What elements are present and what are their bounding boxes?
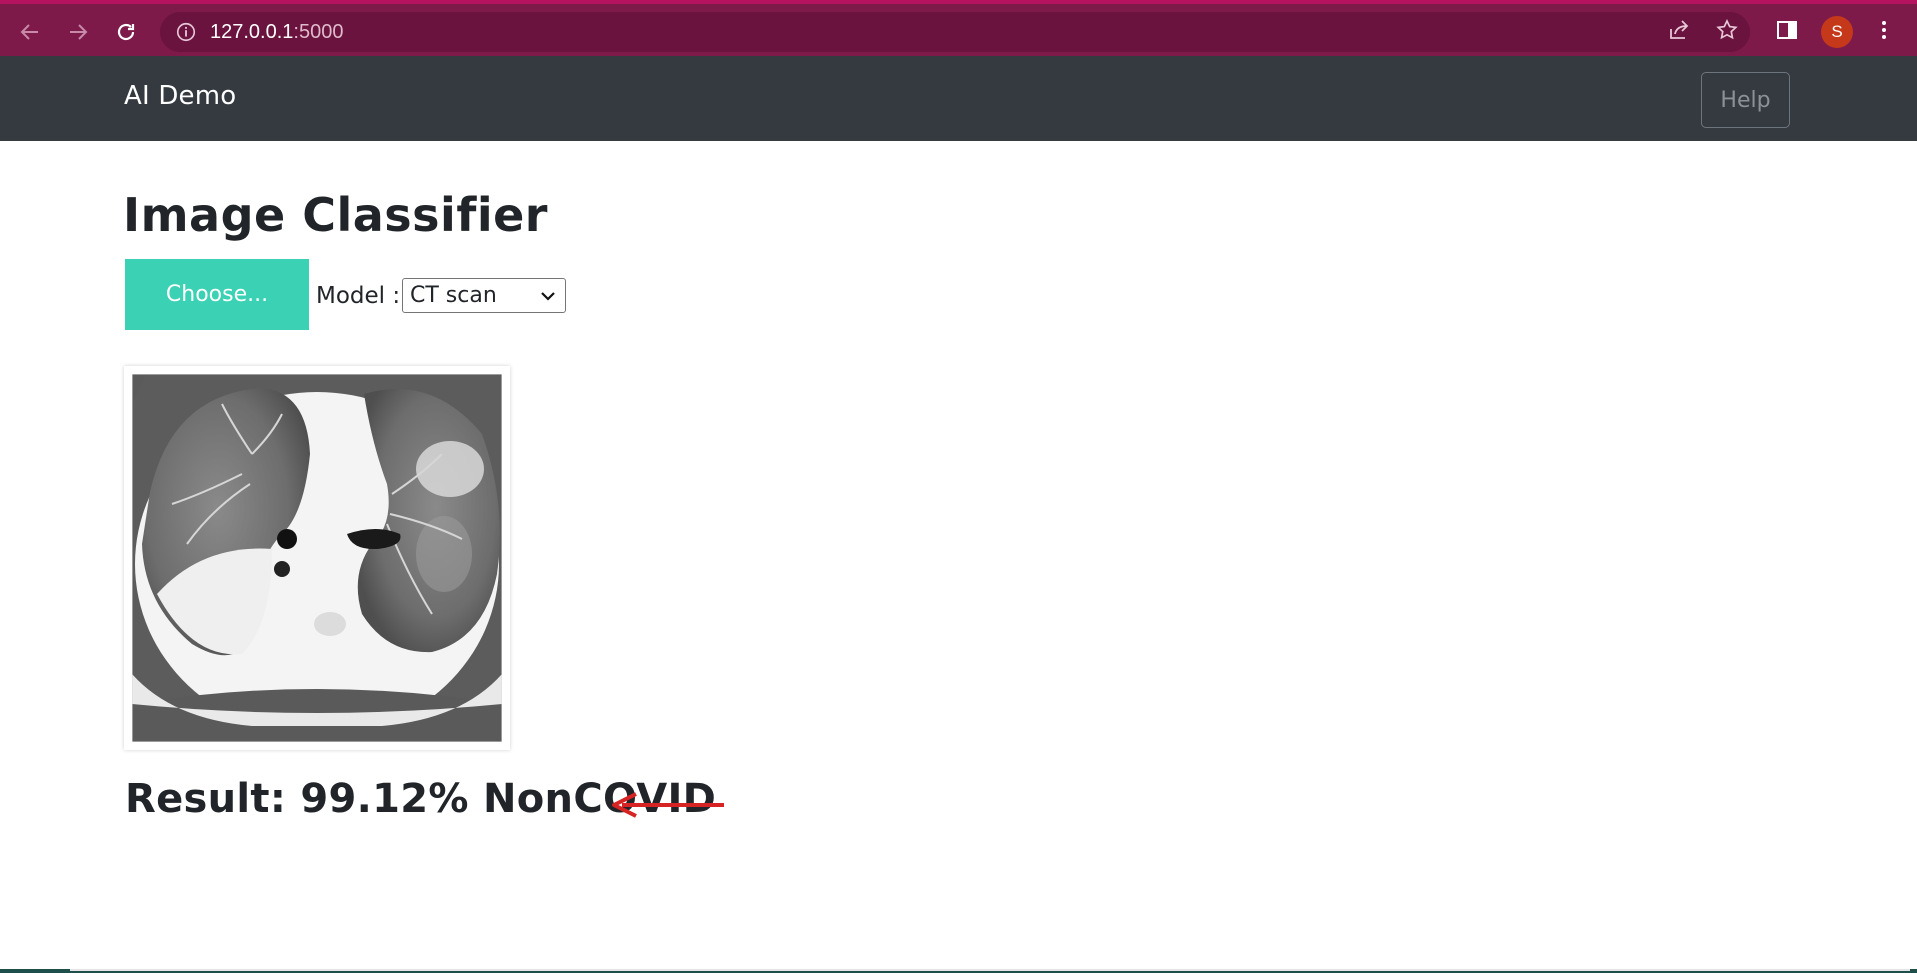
url-port: :5000 — [293, 20, 344, 43]
chevron-down-icon — [541, 292, 555, 301]
ct-scan-image — [132, 374, 502, 742]
app-navbar: AI Demo Help — [0, 56, 1917, 141]
browser-menu-button[interactable] — [1866, 12, 1902, 48]
model-label: Model : — [316, 283, 401, 309]
share-icon — [1670, 20, 1689, 39]
site-info-icon[interactable] — [174, 20, 198, 44]
window-bottom-edge — [0, 969, 1917, 973]
side-panel-button[interactable] — [1769, 12, 1805, 48]
forward-arrow-icon — [70, 24, 88, 40]
reload-button[interactable] — [110, 16, 142, 48]
navbar-brand[interactable]: AI Demo — [124, 81, 236, 111]
side-panel-icon — [1777, 21, 1797, 39]
star-icon — [1716, 19, 1738, 40]
url-host: 127.0.0.1 — [210, 20, 294, 43]
uploaded-image-preview — [124, 366, 510, 750]
more-vertical-icon — [1882, 21, 1886, 39]
bookmark-button[interactable] — [1709, 12, 1745, 48]
back-button[interactable] — [14, 16, 46, 48]
browser-toolbar: 127.0.0.1:5000 S — [0, 0, 1917, 56]
annotation-arrow-icon — [612, 792, 724, 818]
address-bar[interactable]: 127.0.0.1:5000 — [160, 12, 1750, 52]
back-arrow-icon — [20, 24, 38, 40]
choose-file-button[interactable]: Choose... — [125, 259, 309, 330]
page-title: Image Classifier — [123, 188, 548, 242]
help-button[interactable]: Help — [1701, 72, 1790, 128]
reload-icon — [117, 23, 135, 41]
share-button[interactable] — [1661, 12, 1697, 48]
url-text: 127.0.0.1:5000 — [210, 21, 343, 44]
profile-avatar[interactable]: S — [1821, 16, 1853, 48]
model-selected-value: CT scan — [410, 283, 497, 308]
forward-button[interactable] — [62, 16, 94, 48]
model-select[interactable]: CT scan — [402, 278, 566, 313]
